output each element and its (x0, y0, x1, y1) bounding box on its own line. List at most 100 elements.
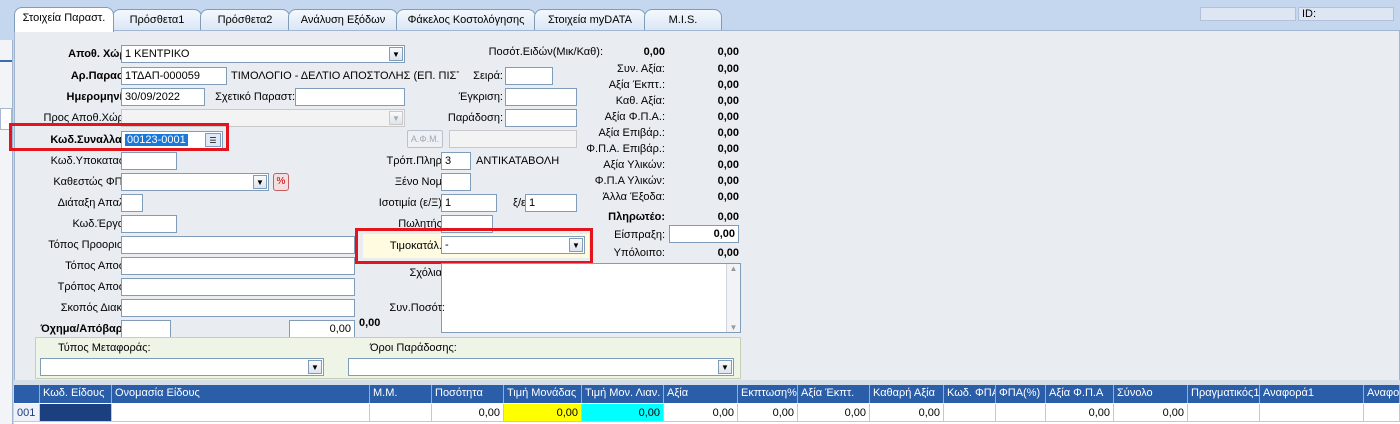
kathestos-select[interactable]: ▼ (121, 173, 269, 191)
column-header[interactable]: Πραγματικός1 (1188, 385, 1260, 403)
grid-cell[interactable]: 0,00 (432, 404, 504, 422)
tab-mydata[interactable]: Στοιχεία myDATA (534, 9, 646, 31)
tab-label: Πρόσθετα1 (129, 14, 185, 26)
column-header[interactable]: Ονομασία Είδους (112, 385, 370, 403)
grid-cell[interactable]: 0,00 (738, 404, 798, 422)
column-header[interactable]: Αξία Φ.Π.Α (1046, 385, 1114, 403)
egkrisi-input[interactable] (505, 88, 577, 106)
grid-cell[interactable] (1260, 404, 1364, 422)
apovaro-input[interactable]: 0,00 (289, 320, 355, 338)
grid-cell[interactable]: 0,00 (1114, 404, 1188, 422)
total-value: 0,00 (717, 79, 739, 91)
grid-cell[interactable]: 0,00 (664, 404, 738, 422)
chevron-down-icon[interactable]: ▼ (253, 175, 267, 189)
main-panel: Αποθ. Χώρ.: 1 ΚΕΝΤΡΙΚΟ ▼ Αρ.Παραστ: 1ΤΔΑΠ… (9, 30, 1400, 424)
chevron-up-icon[interactable]: ▲ (727, 264, 740, 273)
column-header[interactable]: Αναφορά1 (1260, 385, 1364, 403)
total-label: Φ.Π.Α. Επιβάρ.: (586, 143, 665, 155)
tab-prostheta1[interactable]: Πρόσθετα1 (112, 9, 202, 31)
chevron-down-icon[interactable]: ▼ (389, 111, 403, 125)
grid-cell[interactable] (370, 404, 432, 422)
topos-pro-input[interactable] (121, 236, 355, 254)
grid-cell[interactable] (996, 404, 1046, 422)
paradosi-label: Παράδοση: (447, 112, 503, 124)
tab-prostheta2[interactable]: Πρόσθετα2 (200, 9, 290, 31)
oxima-input[interactable] (121, 320, 171, 338)
grid-cell[interactable] (40, 404, 112, 422)
kod-ypok-input[interactable] (121, 152, 177, 170)
isotimia-input[interactable]: 1 (441, 194, 497, 212)
percent-icon[interactable]: % (273, 173, 289, 191)
skopos-input[interactable] (121, 299, 355, 317)
isotimia-value: 1 (445, 197, 452, 209)
date-value: 30/09/2022 (125, 91, 181, 103)
tab-fakelos-kostologisis[interactable]: Φάκελος Κοστολόγησης (396, 9, 536, 31)
topos-apo-input[interactable] (121, 257, 355, 275)
id-label: ID: (1302, 8, 1317, 20)
column-header[interactable]: Αναφο (1364, 385, 1400, 403)
tab-stoixeia-parast[interactable]: Στοιχεία Παραστ. (14, 7, 114, 32)
tab-strip: Στοιχεία Παραστ. Πρόσθετα1 Πρόσθετα2 Ανά… (14, 7, 1400, 32)
arparast-input[interactable]: 1ΤΔΑΠ-000059 (121, 67, 227, 85)
grid-cell[interactable] (112, 404, 370, 422)
chevron-down-icon[interactable]: ▼ (308, 360, 322, 374)
total-value: 0,00 (717, 191, 739, 203)
grid-cell[interactable]: 0,00 (1046, 404, 1114, 422)
apoth-select[interactable]: 1 ΚΕΝΤΡΙΚΟ ▼ (121, 45, 405, 63)
total-value: 0,00 (717, 143, 739, 155)
arparast-desc: ΤΙΜΟΛΟΓΙΟ - ΔΕΛΤΙΟ ΑΠΟΣΤΟΛΗΣ (ΕΠ. ΠΙΣΤ (231, 70, 459, 82)
grid-cell[interactable]: 0,00 (870, 404, 944, 422)
column-header[interactable]: Αξία (664, 385, 738, 403)
column-header[interactable]: Σύνολο (1114, 385, 1188, 403)
sxolia-textarea[interactable]: ▲ ▼ (441, 263, 741, 333)
grid-cell[interactable]: 001 (14, 404, 40, 422)
xeno-input[interactable] (441, 173, 471, 191)
ergou-input[interactable] (121, 215, 177, 233)
total-value: 0,00 (717, 159, 739, 171)
tab-mis[interactable]: M.I.S. (644, 9, 722, 31)
oxima-label: Όχημα/Απόβαρο: (40, 323, 133, 335)
tropos-input[interactable] (121, 278, 355, 296)
sxolia-label: Σχόλια: (409, 267, 445, 279)
diataxi-input[interactable] (121, 194, 143, 212)
seira-input[interactable] (505, 67, 553, 85)
id-box: ID: (1298, 7, 1394, 21)
metafora-select[interactable]: ▼ (40, 358, 324, 376)
paradosi-input[interactable] (505, 109, 577, 127)
column-header[interactable]: Εκπτωση% (738, 385, 798, 403)
grid-cell[interactable] (944, 404, 996, 422)
column-header[interactable]: ΦΠΑ(%) (996, 385, 1046, 403)
chevron-down-icon[interactable]: ▼ (727, 323, 740, 332)
eispraxi-input[interactable]: 0,00 (669, 225, 739, 243)
grid-cell[interactable]: 0,00 (798, 404, 870, 422)
date-input[interactable]: 30/09/2022 (121, 88, 205, 106)
grid-cell[interactable]: 0,00 (582, 404, 664, 422)
grid-cell[interactable]: 0,00 (504, 404, 582, 422)
total-label: Αξία Έκπτ.: (608, 79, 665, 91)
grid-cell[interactable] (1364, 404, 1400, 422)
xe-input[interactable]: 1 (525, 194, 577, 212)
oroi-select[interactable]: ▼ (348, 358, 734, 376)
chevron-down-icon[interactable]: ▼ (718, 360, 732, 374)
column-header[interactable]: Αξία Έκπτ. (798, 385, 870, 403)
tropos-plir-input[interactable]: 3 (441, 152, 471, 170)
tab-label: Ανάλυση Εξόδων (300, 14, 386, 26)
column-header[interactable]: Καθαρή Αξία (870, 385, 944, 403)
column-header[interactable]: Κωδ. ΦΠΑ (944, 385, 996, 403)
afm-input[interactable] (449, 130, 577, 148)
afm-button[interactable]: Α.Φ.Μ. (407, 130, 443, 148)
chevron-down-icon[interactable]: ▼ (389, 47, 403, 61)
tab-label: Στοιχεία myDATA (548, 14, 632, 26)
column-header[interactable]: Μ.Μ. (370, 385, 432, 403)
tab-analysi-exodon[interactable]: Ανάλυση Εξόδων (288, 9, 398, 31)
scrollbar[interactable]: ▲ ▼ (726, 264, 740, 332)
sxetiko-input[interactable] (295, 88, 405, 106)
column-header[interactable] (14, 385, 40, 403)
column-header[interactable]: Τιμή Μον. Λιαν. (582, 385, 664, 403)
grid-cell[interactable] (1188, 404, 1260, 422)
column-header[interactable]: Κωδ. Είδους (40, 385, 112, 403)
column-header[interactable]: Ποσότητα (432, 385, 504, 403)
arparast-value: 1ΤΔΑΠ-000059 (125, 70, 201, 82)
ypoloipo-value: 0,00 (717, 247, 739, 259)
column-header[interactable]: Τιμή Μονάδας (504, 385, 582, 403)
